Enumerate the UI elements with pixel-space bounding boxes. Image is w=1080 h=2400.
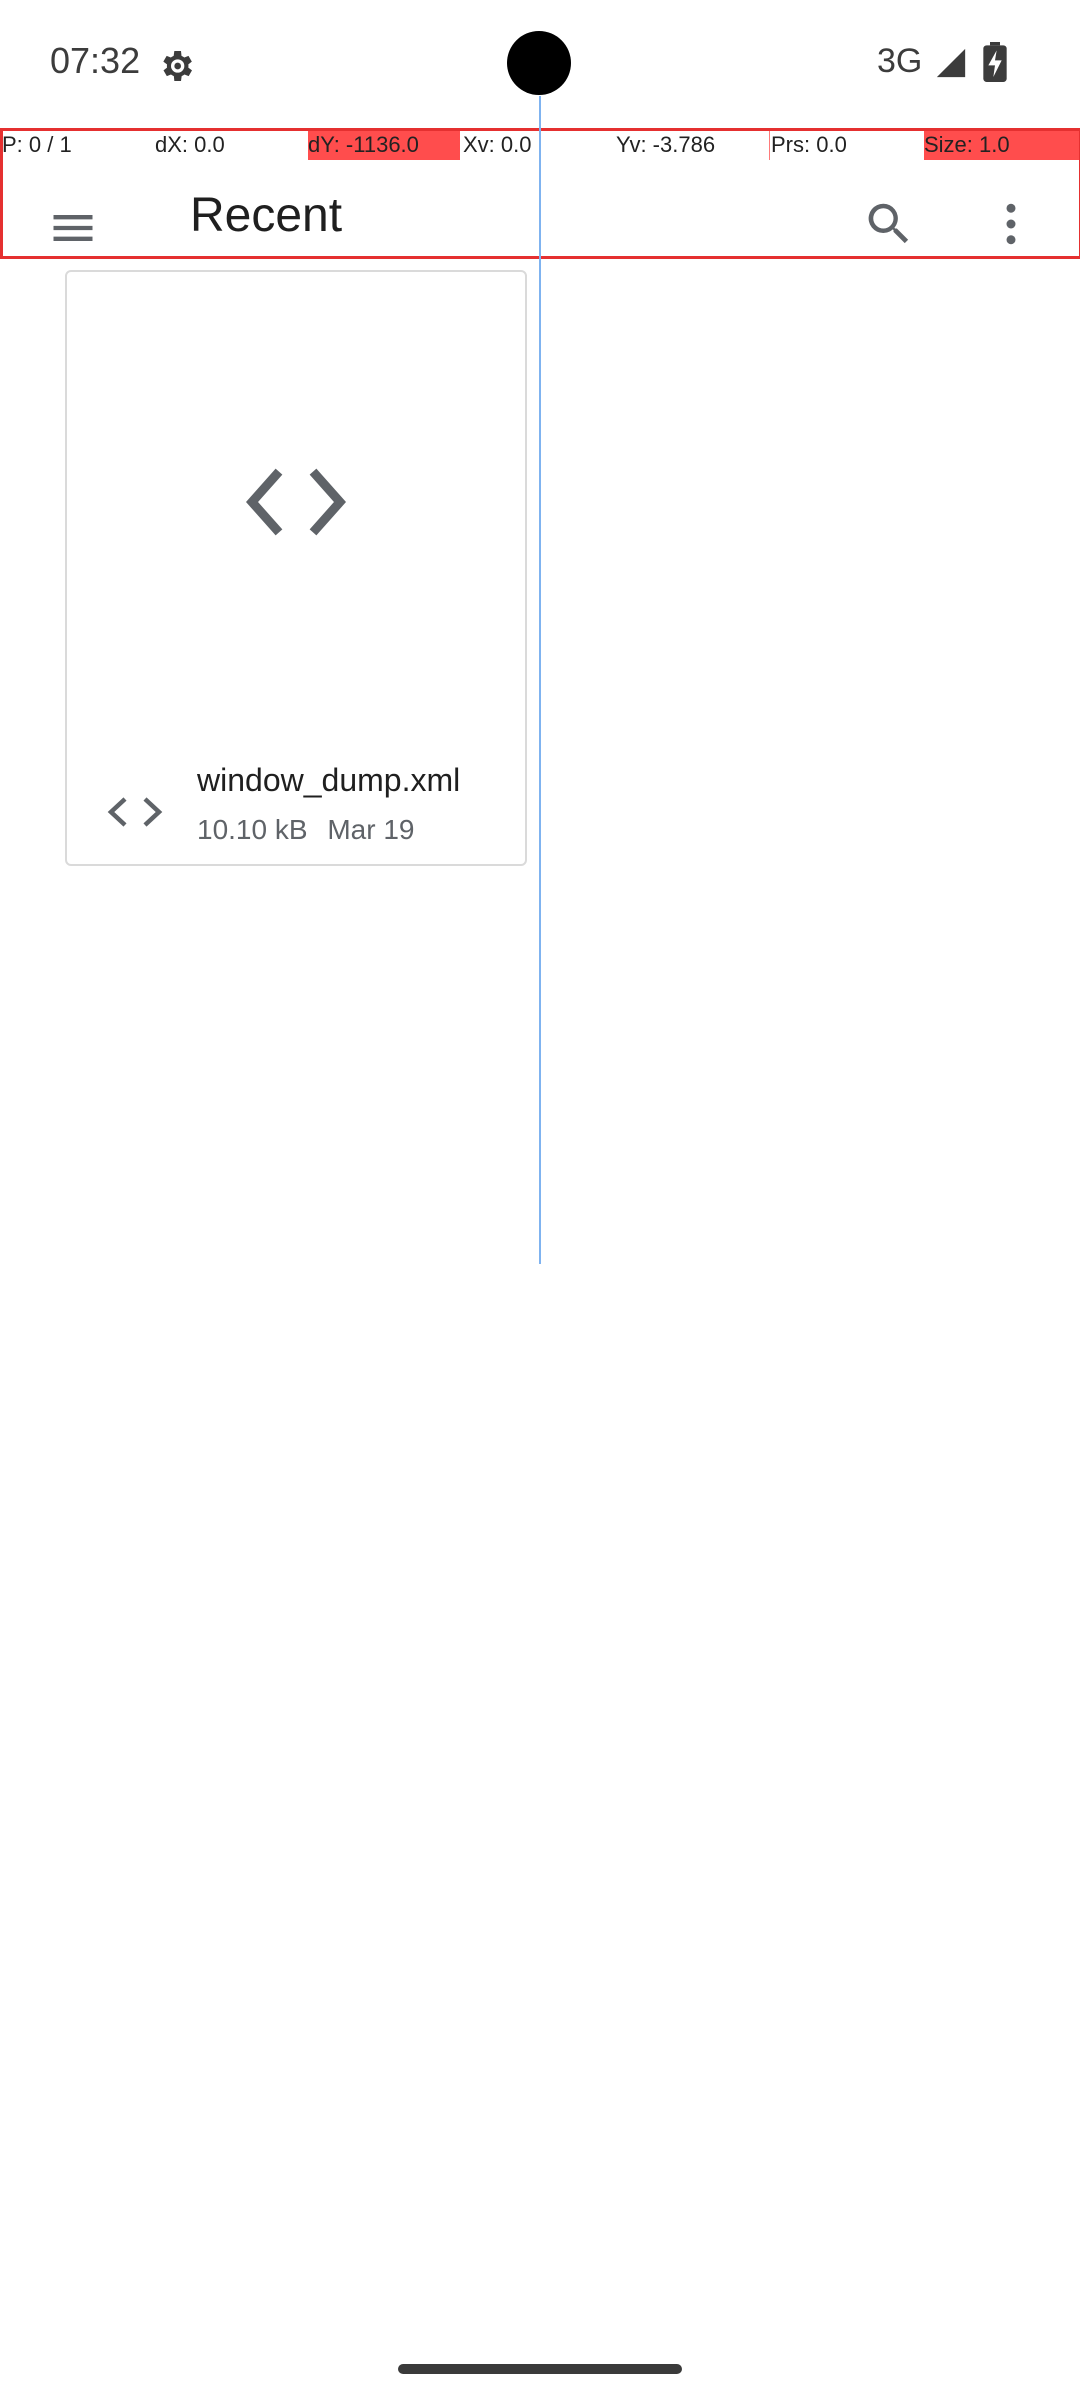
battery-charging-icon [983,42,1007,82]
file-size: 10.10 kB [197,814,308,845]
debug-xv: Xv: 0.0 [463,132,532,157]
debug-size: Size: 1.0 [924,130,1080,160]
debug-marker-line [769,130,770,160]
signal-strength-icon [936,48,966,78]
debug-dy: dY: -1136.0 [308,130,460,160]
debug-prs: Prs: 0.0 [771,132,847,157]
top-app-bar: Recent [0,160,1080,280]
file-name: window_dump.xml [197,762,461,798]
network-type-label: 3G [877,42,923,80]
code-icon [107,797,163,827]
settings-gear-icon [163,51,192,81]
hamburger-menu-icon [53,215,93,241]
pointer-debug-strip: P: 0 / 1 dX: 0.0 dY: -1136.0 Xv: 0.0 Yv:… [0,130,1080,160]
file-thumbnail [67,272,525,732]
file-date: Mar 19 [327,814,415,845]
more-options-button[interactable] [975,188,1047,260]
file-metadata: 10.10 kB Mar 19 [197,814,414,846]
camera-cutout [507,31,571,95]
more-vertical-icon [1006,203,1016,245]
status-time: 07:32 [50,40,141,81]
search-button[interactable] [853,188,925,260]
search-icon [868,203,909,244]
debug-yv: Yv: -3.786 [616,132,716,157]
gesture-navigation-handle[interactable] [398,2364,682,2374]
status-bar: 07:32 3G [0,0,1080,128]
debug-pointer-count: P: 0 / 1 [2,132,72,157]
file-grid-item[interactable]: window_dump.xml 10.10 kB Mar 19 [65,270,527,866]
code-file-thumbnail-icon [246,468,346,536]
debug-dx: dX: 0.0 [155,132,225,157]
page-title: Recent [190,189,343,242]
navigation-drawer-button[interactable] [37,192,109,264]
